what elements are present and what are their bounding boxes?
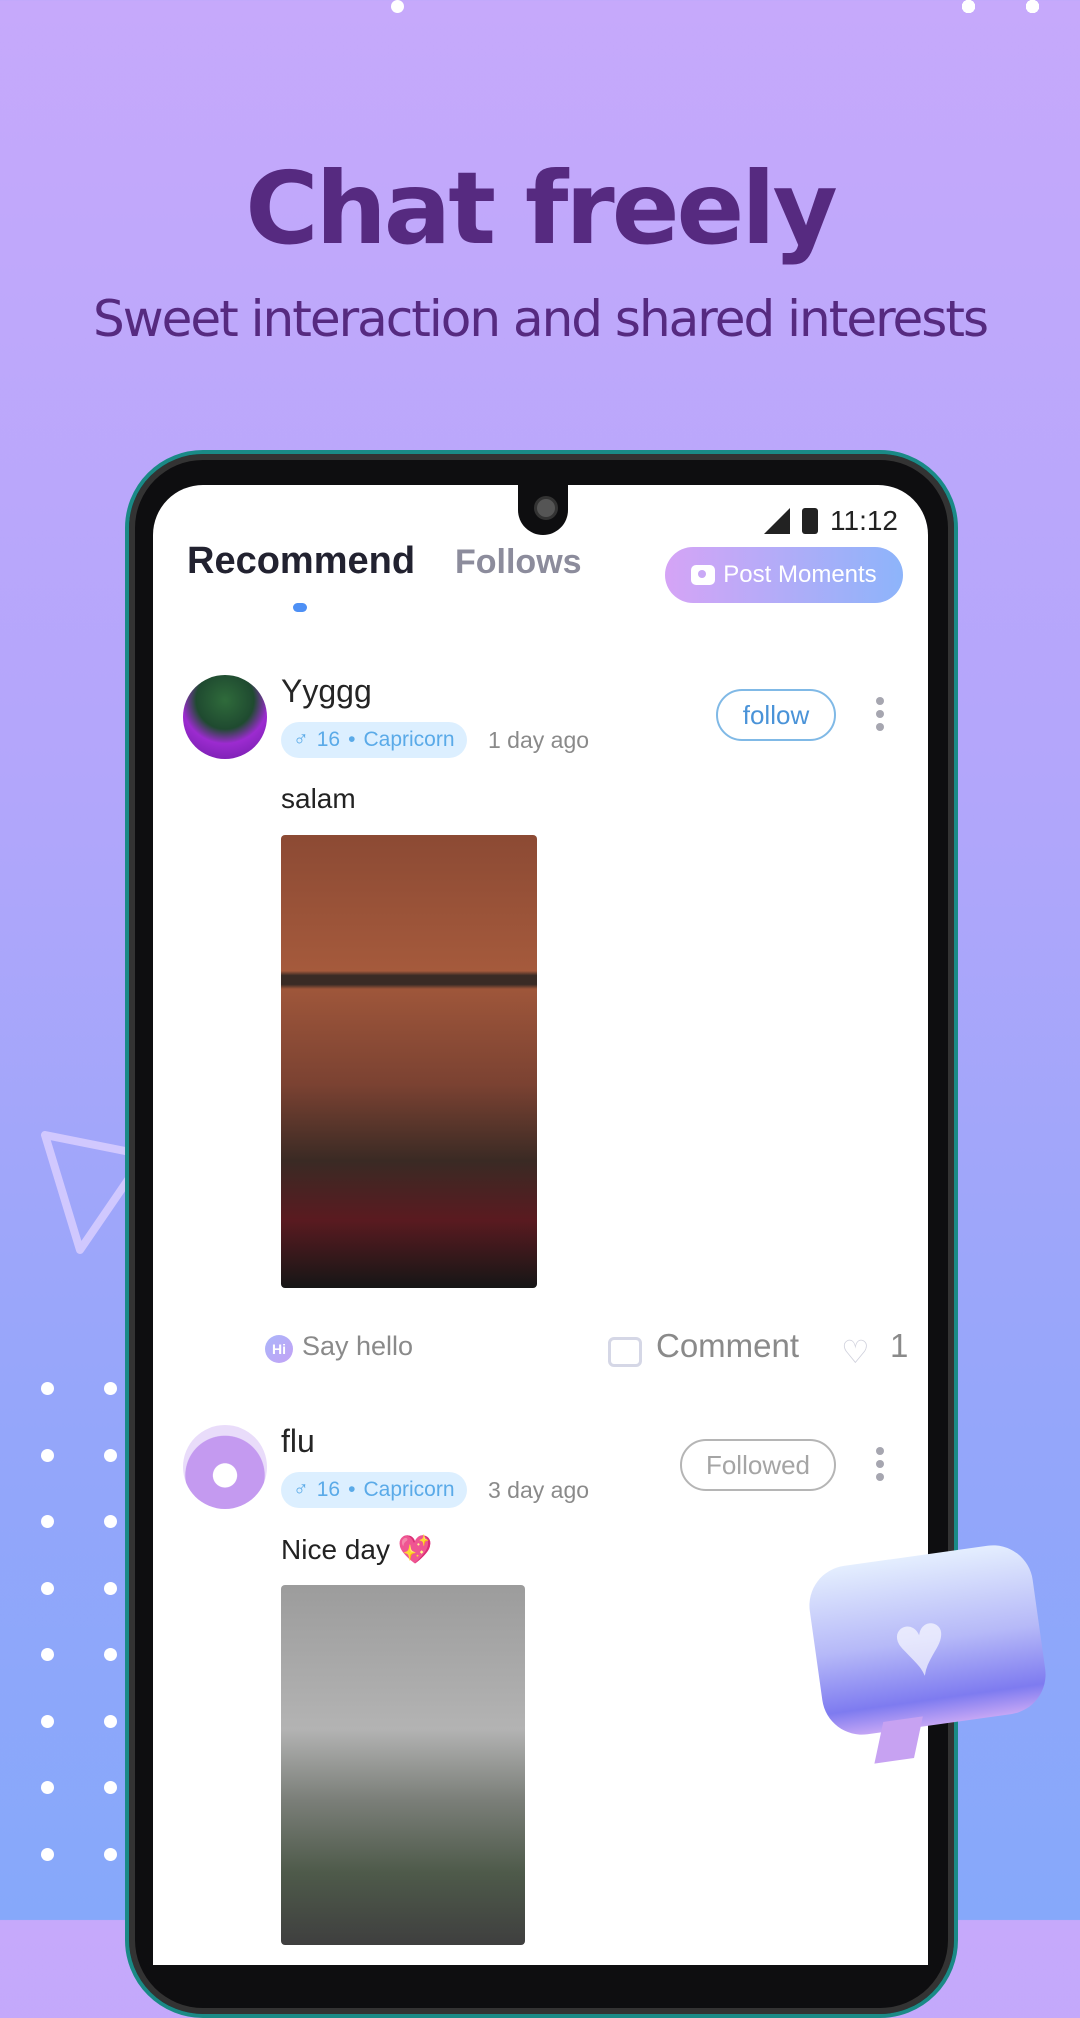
dot [41,1648,54,1661]
username[interactable]: Yyggg [281,673,372,710]
separator-dot: • [348,1478,356,1501]
hi-icon: Hi [265,1335,293,1363]
dot [41,1847,54,1861]
post-image[interactable] [281,1585,525,1945]
username[interactable]: flu [281,1423,315,1460]
post-actions: Hi Say hello Comment ♡ 1 [153,1325,928,1375]
dot [104,1847,117,1861]
signal-icon [764,508,790,534]
zodiac: Capricorn [363,728,455,751]
avatar[interactable] [183,1425,267,1509]
subheadline: Sweet interaction and shared interests [92,290,989,348]
dot [41,1448,54,1462]
status-time: 11:12 [830,505,898,536]
avatar[interactable] [183,675,267,759]
like-count: 1 [890,1327,909,1364]
separator-dot: • [348,728,356,751]
heart-chat-bubble-decoration: ♥ [804,1540,1051,1764]
dot [104,1382,117,1395]
comment-button[interactable]: Comment [656,1327,799,1365]
more-options-icon[interactable] [876,1447,884,1481]
dot [962,0,975,13]
headline: Chat freely [245,150,838,267]
post-text: Nice day 💖 [281,1534,433,1565]
gender-male-icon: ♂ [293,728,309,751]
dot [104,1448,117,1462]
say-hello-button[interactable]: Say hello [302,1331,413,1362]
gender-male-icon: ♂ [293,1478,309,1501]
dot [104,1781,117,1794]
comment-icon[interactable] [608,1337,642,1367]
battery-icon [802,508,818,534]
dot [104,1648,117,1661]
dot [391,0,404,13]
age: 16 [316,728,341,751]
post-time: 3 day ago [488,1477,590,1503]
follow-button[interactable]: follow [716,689,836,741]
dot [41,1714,54,1728]
more-options-icon[interactable] [876,697,884,731]
post-moments-label: Post Moments [723,561,877,588]
dot [1026,0,1039,13]
active-tab-indicator [293,603,307,612]
tab-recommend[interactable]: Recommend [187,540,415,583]
profile-badge: ♂ 16 • Capricorn [281,1472,467,1508]
age: 16 [316,1478,341,1501]
dot [41,1515,54,1528]
heart-icon: ♥ [886,1591,954,1699]
dot [104,1714,117,1728]
dot [41,1581,54,1595]
dot [104,1581,117,1595]
camera-icon [691,565,716,585]
status-bar: 11:12 [764,505,898,537]
dot [41,1382,54,1395]
dot [41,1781,54,1794]
dot [104,1515,117,1528]
post-text: salam [281,783,356,814]
zodiac: Capricorn [363,1478,455,1501]
heart-icon[interactable]: ♡ [841,1333,870,1371]
followed-button[interactable]: Followed [680,1439,836,1491]
phone-screen: 11:12 Recommend Follows Post Moments Yyg… [153,485,928,1965]
tab-follows[interactable]: Follows [455,543,582,582]
post-time: 1 day ago [488,727,590,753]
front-camera-icon [534,496,558,520]
camera-notch [518,480,568,535]
profile-badge: ♂ 16 • Capricorn [281,722,467,758]
post-moments-button[interactable]: Post Moments [665,547,903,603]
post-image[interactable] [281,835,537,1288]
